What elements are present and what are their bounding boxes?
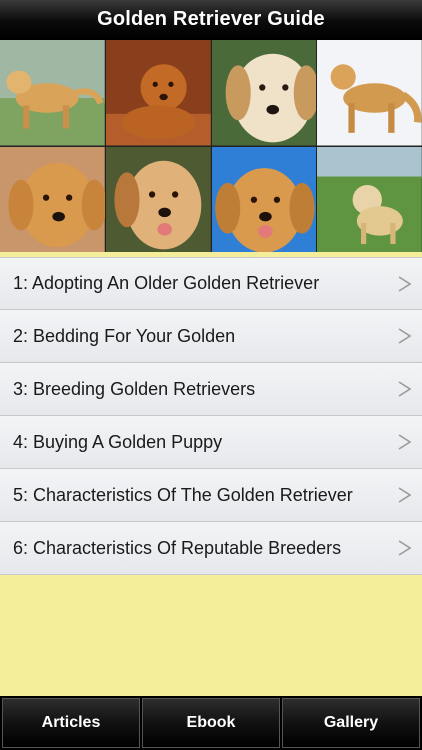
- chevron-right-icon: [398, 540, 412, 556]
- article-item-label: 2: Bedding For Your Golden: [13, 325, 236, 346]
- article-list: 1: Adopting An Older Golden Retriever 2:…: [0, 257, 422, 575]
- article-item-1[interactable]: 1: Adopting An Older Golden Retriever: [0, 257, 422, 310]
- article-item-2[interactable]: 2: Bedding For Your Golden: [0, 310, 422, 363]
- tab-label: Ebook: [186, 714, 236, 731]
- tab-articles[interactable]: Articles: [2, 698, 140, 748]
- chevron-right-icon: [398, 434, 412, 450]
- gallery-photo-3[interactable]: [211, 40, 317, 146]
- article-item-label: 4: Buying A Golden Puppy: [13, 431, 223, 452]
- article-item-label: 5: Characteristics Of The Golden Retriev…: [13, 484, 353, 505]
- gallery-photo-7[interactable]: [211, 146, 317, 252]
- article-item-label: 3: Breeding Golden Retrievers: [13, 378, 256, 399]
- tab-ebook[interactable]: Ebook: [142, 698, 280, 748]
- article-item-label: 6: Characteristics Of Reputable Breeders: [13, 537, 342, 558]
- gallery-photo-5[interactable]: [0, 146, 105, 252]
- chevron-right-icon: [398, 275, 412, 292]
- photo-gallery-banner: [0, 40, 422, 252]
- tab-label: Articles: [41, 714, 101, 731]
- article-item-4[interactable]: 4: Buying A Golden Puppy: [0, 416, 422, 469]
- gallery-photo-2[interactable]: [105, 40, 211, 146]
- gallery-photo-4[interactable]: [317, 40, 422, 146]
- gallery-photo-1[interactable]: [0, 40, 105, 146]
- navigation-bar: Golden Retriever Guide: [0, 0, 422, 40]
- tab-label: Gallery: [323, 714, 379, 731]
- tab-bar: Articles Ebook Gallery: [0, 696, 422, 750]
- article-item-5[interactable]: 5: Characteristics Of The Golden Retriev…: [0, 469, 422, 522]
- gallery-photo-6[interactable]: [105, 146, 211, 252]
- article-item-3[interactable]: 3: Breeding Golden Retrievers: [0, 363, 422, 416]
- page-title: Golden Retriever Guide: [97, 8, 325, 30]
- chevron-right-icon: [398, 487, 412, 503]
- chevron-right-icon: [398, 328, 412, 344]
- article-item-label: 1: Adopting An Older Golden Retriever: [13, 273, 320, 293]
- gallery-photo-8[interactable]: [317, 146, 422, 252]
- tab-gallery[interactable]: Gallery: [282, 698, 420, 748]
- chevron-right-icon: [398, 381, 412, 397]
- article-item-6[interactable]: 6: Characteristics Of Reputable Breeders: [0, 522, 422, 575]
